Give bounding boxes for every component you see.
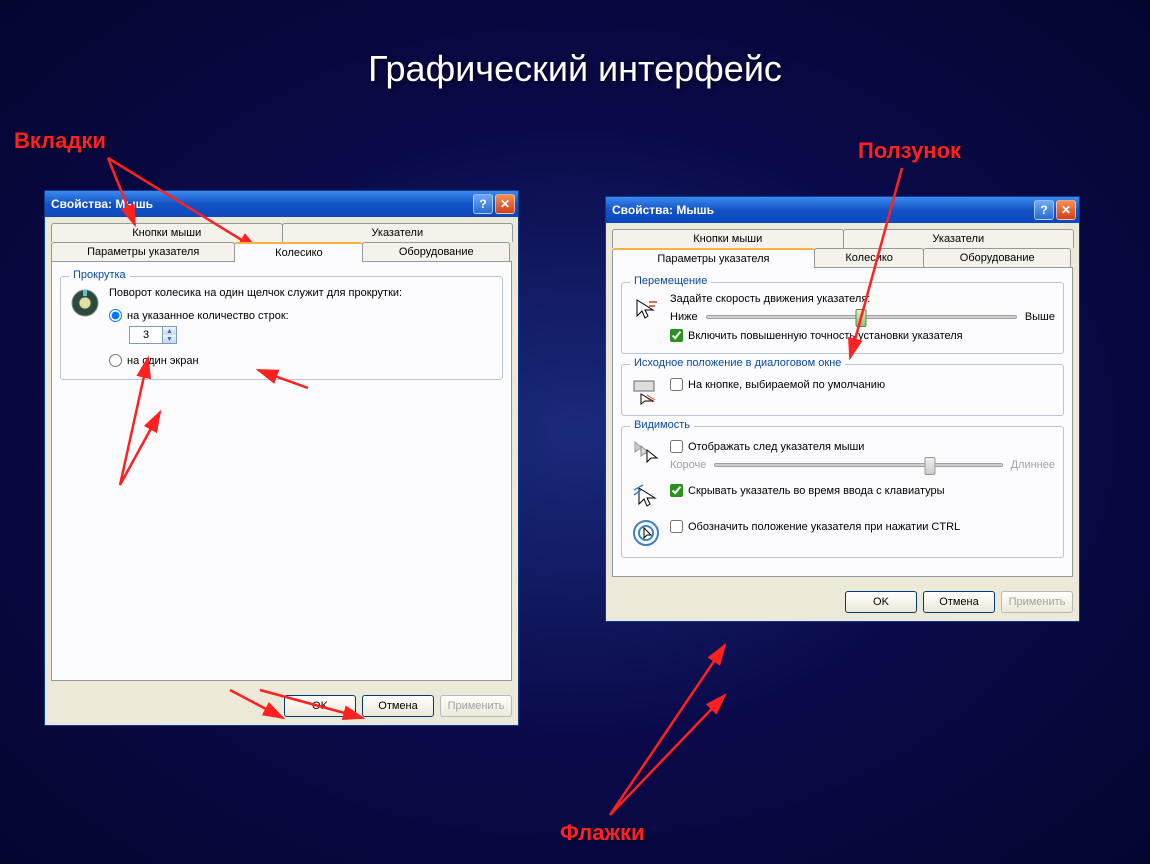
check-home-label: На кнопке, выбираемой по умолчанию — [688, 379, 885, 391]
annotation-slider: Ползунок — [858, 138, 961, 164]
group-home-title: Исходное положение в диалоговом окне — [630, 357, 845, 369]
ctrl-locate-icon — [630, 517, 662, 549]
check-hide[interactable] — [670, 484, 683, 497]
titlebar[interactable]: Свойства: Мышь ? ✕ — [606, 197, 1079, 223]
spinner-up[interactable]: ▲ — [162, 327, 176, 335]
home-button-icon — [630, 375, 662, 407]
tab-wheel[interactable]: Колесико — [234, 242, 363, 262]
ok-button[interactable]: OK — [845, 591, 917, 613]
cancel-button[interactable]: Отмена — [362, 695, 434, 717]
hide-cursor-icon — [630, 481, 662, 513]
slider-thumb[interactable] — [856, 309, 867, 327]
cursor-speed-icon — [630, 293, 662, 325]
dialog-mouse-props-right: Свойства: Мышь ? ✕ Кнопки мыши Указатели… — [605, 196, 1080, 622]
check-hide-label: Скрывать указатель во время ввода с клав… — [688, 485, 945, 497]
tab-hardware[interactable]: Оборудование — [923, 248, 1071, 268]
trail-slider — [714, 463, 1002, 467]
slide-title: Графический интерфейс — [0, 48, 1150, 90]
wheel-icon — [69, 287, 101, 319]
lines-spinner[interactable]: ▲ ▼ — [129, 326, 177, 344]
radio-screen-label: на один экран — [127, 355, 199, 367]
tab-pointers[interactable]: Указатели — [282, 223, 514, 242]
tab-pointer-params[interactable]: Параметры указателя — [51, 242, 235, 262]
check-trail[interactable] — [670, 440, 683, 453]
trail-slider-thumb — [925, 457, 936, 475]
help-button[interactable]: ? — [473, 194, 493, 214]
radio-lines[interactable] — [109, 309, 122, 322]
tab-wheel[interactable]: Колесико — [814, 248, 925, 268]
trail-long-label: Длиннее — [1011, 459, 1055, 471]
tab-pointer-params[interactable]: Параметры указателя — [612, 248, 815, 268]
titlebar[interactable]: Свойства: Мышь ? ✕ — [45, 191, 518, 217]
tab-hardware[interactable]: Оборудование — [362, 242, 510, 262]
close-button[interactable]: ✕ — [1056, 200, 1076, 220]
tab-buttons[interactable]: Кнопки мыши — [51, 223, 283, 242]
group-vis-title: Видимость — [630, 419, 694, 431]
slider-high-label: Выше — [1025, 311, 1055, 323]
move-desc: Задайте скорость движения указателя: — [670, 293, 1055, 305]
lines-spinner-input[interactable] — [130, 327, 162, 343]
cancel-button[interactable]: Отмена — [923, 591, 995, 613]
slider-low-label: Ниже — [670, 311, 698, 323]
tab-buttons[interactable]: Кнопки мыши — [612, 229, 844, 248]
radio-screen[interactable] — [109, 354, 122, 367]
apply-button: Применить — [440, 695, 512, 717]
tab-pointers[interactable]: Указатели — [843, 229, 1075, 248]
apply-button: Применить — [1001, 591, 1073, 613]
help-button[interactable]: ? — [1034, 200, 1054, 220]
check-ctrl[interactable] — [670, 520, 683, 533]
titlebar-text: Свойства: Мышь — [612, 203, 714, 217]
trail-short-label: Короче — [670, 459, 706, 471]
radio-lines-label: на указанное количество строк: — [127, 310, 289, 322]
group-scroll-title: Прокрутка — [69, 269, 130, 281]
trail-icon — [630, 437, 662, 469]
titlebar-text: Свойства: Мышь — [51, 197, 153, 211]
annotation-tabs: Вкладки — [14, 128, 106, 154]
check-precision-label: Включить повышенную точность установки у… — [688, 330, 963, 342]
check-trail-label: Отображать след указателя мыши — [688, 441, 864, 453]
close-button[interactable]: ✕ — [495, 194, 515, 214]
ok-button[interactable]: OK — [284, 695, 356, 717]
spinner-down[interactable]: ▼ — [162, 335, 176, 343]
speed-slider[interactable] — [706, 315, 1017, 319]
check-precision[interactable] — [670, 329, 683, 342]
scroll-desc: Поворот колесика на один щелчок служит д… — [109, 287, 494, 299]
check-home[interactable] — [670, 378, 683, 391]
group-move-title: Перемещение — [630, 275, 711, 287]
dialog-mouse-props-left: Свойства: Мышь ? ✕ Кнопки мыши Указатели… — [44, 190, 519, 726]
check-ctrl-label: Обозначить положение указателя при нажат… — [688, 521, 960, 533]
annotation-checks: Флажки — [560, 820, 645, 846]
